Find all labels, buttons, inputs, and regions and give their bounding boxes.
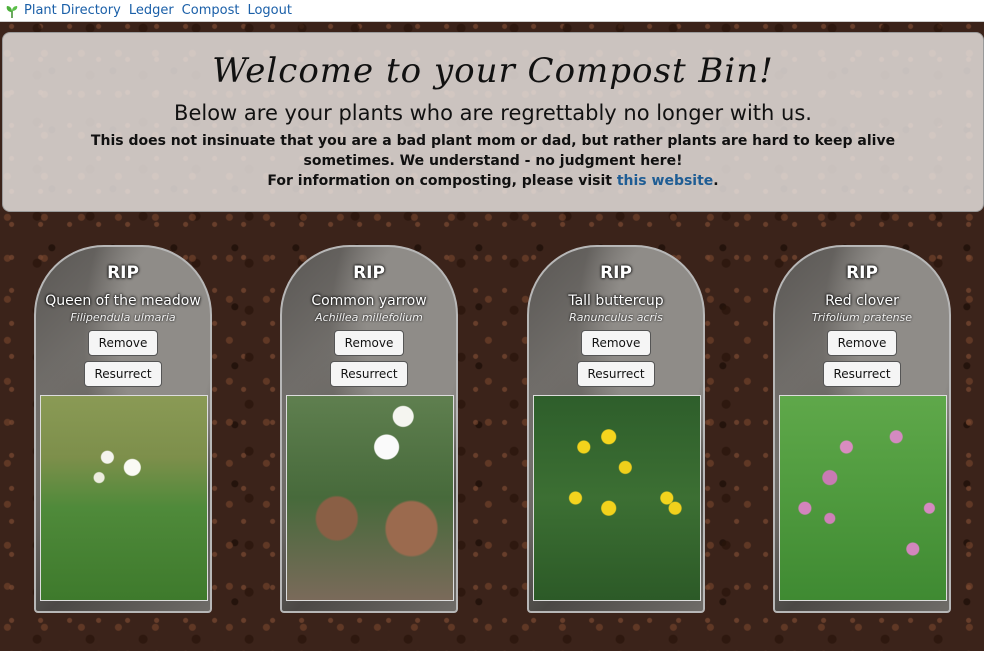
plant-common-name: Queen of the meadow <box>45 293 201 309</box>
plant-common-name: Tall buttercup <box>568 293 664 309</box>
tombstone-card: RIP Red clover Trifolium pratense Remove… <box>773 245 951 613</box>
remove-button[interactable]: Remove <box>88 330 158 356</box>
page-title: Welcome to your Compost Bin! <box>212 51 774 91</box>
nav-ledger[interactable]: Ledger <box>129 3 174 18</box>
remove-button[interactable]: Remove <box>827 330 897 356</box>
welcome-banner: Welcome to your Compost Bin! Below are y… <box>2 32 984 212</box>
page-subtitle: Below are your plants who are regrettabl… <box>174 101 812 125</box>
rip-label: RIP <box>107 263 139 283</box>
remove-button[interactable]: Remove <box>581 330 651 356</box>
rip-label: RIP <box>600 263 632 283</box>
nav-compost[interactable]: Compost <box>182 3 240 18</box>
rip-label: RIP <box>353 263 385 283</box>
tombstone-card: RIP Queen of the meadow Filipendula ulma… <box>34 245 212 613</box>
resurrect-button[interactable]: Resurrect <box>577 361 655 387</box>
rip-label: RIP <box>846 263 878 283</box>
plant-common-name: Common yarrow <box>311 293 427 309</box>
plant-scientific-name: Achillea millefolium <box>315 311 423 324</box>
plant-photo <box>779 395 947 601</box>
composting-info-prefix: For information on composting, please vi… <box>267 173 617 189</box>
plant-photo <box>533 395 701 601</box>
tombstone-card: RIP Tall buttercup Ranunculus acris Remo… <box>527 245 705 613</box>
composting-website-link[interactable]: this website <box>617 173 713 189</box>
composting-info: For information on composting, please vi… <box>63 171 923 191</box>
plant-photo <box>286 395 454 601</box>
tombstone-card: RIP Common yarrow Achillea millefolium R… <box>280 245 458 613</box>
sprout-logo-icon[interactable] <box>4 3 20 19</box>
plant-scientific-name: Filipendula ulmaria <box>70 311 176 324</box>
resurrect-button[interactable]: Resurrect <box>84 361 162 387</box>
reassurance-text: This does not insinuate that you are a b… <box>90 133 896 169</box>
plant-scientific-name: Trifolium pratense <box>811 311 913 324</box>
plant-scientific-name: Ranunculus acris <box>569 311 663 324</box>
remove-button[interactable]: Remove <box>334 330 404 356</box>
banner-note: This does not insinuate that you are a b… <box>63 131 923 191</box>
resurrect-button[interactable]: Resurrect <box>330 361 408 387</box>
plant-common-name: Red clover <box>825 293 899 309</box>
plant-photo <box>40 395 208 601</box>
composting-info-suffix: . <box>713 173 719 189</box>
resurrect-button[interactable]: Resurrect <box>823 361 901 387</box>
top-nav: Plant Directory Ledger Compost Logout <box>0 0 984 22</box>
nav-logout[interactable]: Logout <box>247 3 292 18</box>
nav-plant-directory[interactable]: Plant Directory <box>24 3 121 18</box>
